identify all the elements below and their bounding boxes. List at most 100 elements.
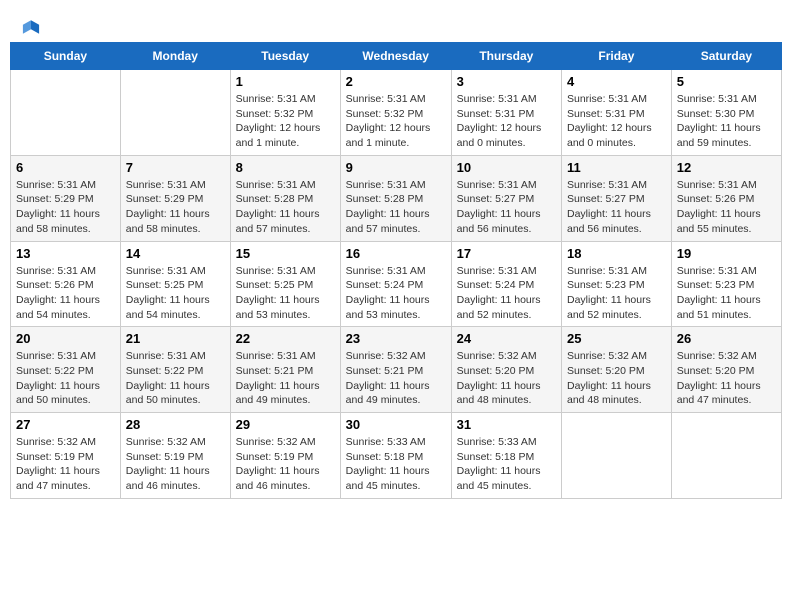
day-number: 1 bbox=[236, 74, 335, 89]
day-number: 13 bbox=[16, 246, 115, 261]
day-number: 31 bbox=[457, 417, 556, 432]
day-number: 11 bbox=[567, 160, 666, 175]
day-number: 4 bbox=[567, 74, 666, 89]
calendar-cell: 17 Sunrise: 5:31 AMSunset: 5:24 PMDayligh… bbox=[451, 241, 561, 327]
calendar-cell: 12 Sunrise: 5:31 AMSunset: 5:26 PMDayligh… bbox=[671, 155, 781, 241]
calendar-cell: 14 Sunrise: 5:31 AMSunset: 5:25 PMDayligh… bbox=[120, 241, 230, 327]
day-info: Sunrise: 5:31 AMSunset: 5:31 PMDaylight:… bbox=[457, 92, 556, 151]
day-info: Sunrise: 5:32 AMSunset: 5:20 PMDaylight:… bbox=[677, 349, 776, 408]
day-number: 19 bbox=[677, 246, 776, 261]
day-info: Sunrise: 5:33 AMSunset: 5:18 PMDaylight:… bbox=[346, 435, 446, 494]
calendar-cell: 29 Sunrise: 5:32 AMSunset: 5:19 PMDayligh… bbox=[230, 413, 340, 499]
calendar-cell bbox=[671, 413, 781, 499]
calendar-cell: 6 Sunrise: 5:31 AMSunset: 5:29 PMDaylight… bbox=[11, 155, 121, 241]
day-info: Sunrise: 5:31 AMSunset: 5:24 PMDaylight:… bbox=[346, 264, 446, 323]
day-info: Sunrise: 5:31 AMSunset: 5:23 PMDaylight:… bbox=[567, 264, 666, 323]
calendar-cell: 9 Sunrise: 5:31 AMSunset: 5:28 PMDaylight… bbox=[340, 155, 451, 241]
calendar-cell bbox=[120, 70, 230, 156]
day-info: Sunrise: 5:31 AMSunset: 5:28 PMDaylight:… bbox=[236, 178, 335, 237]
day-info: Sunrise: 5:31 AMSunset: 5:26 PMDaylight:… bbox=[16, 264, 115, 323]
day-info: Sunrise: 5:31 AMSunset: 5:24 PMDaylight:… bbox=[457, 264, 556, 323]
day-number: 5 bbox=[677, 74, 776, 89]
calendar-week-row: 13 Sunrise: 5:31 AMSunset: 5:26 PMDayligh… bbox=[11, 241, 782, 327]
day-info: Sunrise: 5:31 AMSunset: 5:26 PMDaylight:… bbox=[677, 178, 776, 237]
calendar-cell: 1 Sunrise: 5:31 AMSunset: 5:32 PMDaylight… bbox=[230, 70, 340, 156]
calendar-cell: 3 Sunrise: 5:31 AMSunset: 5:31 PMDaylight… bbox=[451, 70, 561, 156]
day-number: 2 bbox=[346, 74, 446, 89]
day-info: Sunrise: 5:31 AMSunset: 5:27 PMDaylight:… bbox=[567, 178, 666, 237]
calendar-cell: 21Sunrise: 5:31 AMSunset: 5:22 PMDayligh… bbox=[120, 327, 230, 413]
column-header-thursday: Thursday bbox=[451, 43, 561, 70]
calendar-week-row: 1 Sunrise: 5:31 AMSunset: 5:32 PMDaylight… bbox=[11, 70, 782, 156]
day-number: 27 bbox=[16, 417, 115, 432]
calendar-cell: 30 Sunrise: 5:33 AMSunset: 5:18 PMDayligh… bbox=[340, 413, 451, 499]
calendar-cell: 7 Sunrise: 5:31 AMSunset: 5:29 PMDaylight… bbox=[120, 155, 230, 241]
header bbox=[10, 10, 782, 42]
day-info: Sunrise: 5:32 AMSunset: 5:19 PMDaylight:… bbox=[16, 435, 115, 494]
day-info: Sunrise: 5:31 AMSunset: 5:32 PMDaylight:… bbox=[346, 92, 446, 151]
day-number: 23 bbox=[346, 331, 446, 346]
calendar-cell: 11 Sunrise: 5:31 AMSunset: 5:27 PMDayligh… bbox=[562, 155, 672, 241]
calendar-week-row: 20 Sunrise: 5:31 AMSunset: 5:22 PMDayligh… bbox=[11, 327, 782, 413]
day-number: 14 bbox=[126, 246, 225, 261]
day-number: 29 bbox=[236, 417, 335, 432]
day-info: Sunrise: 5:32 AMSunset: 5:20 PMDaylight:… bbox=[567, 349, 666, 408]
column-header-wednesday: Wednesday bbox=[340, 43, 451, 70]
calendar-cell: 15 Sunrise: 5:31 AMSunset: 5:25 PMDayligh… bbox=[230, 241, 340, 327]
calendar-cell: 10 Sunrise: 5:31 AMSunset: 5:27 PMDayligh… bbox=[451, 155, 561, 241]
day-info: Sunrise: 5:33 AMSunset: 5:18 PMDaylight:… bbox=[457, 435, 556, 494]
calendar-cell: 18 Sunrise: 5:31 AMSunset: 5:23 PMDayligh… bbox=[562, 241, 672, 327]
day-number: 18 bbox=[567, 246, 666, 261]
day-number: 8 bbox=[236, 160, 335, 175]
day-info: Sunrise: 5:31 AMSunset: 5:21 PMDaylight:… bbox=[236, 349, 335, 408]
day-number: 12 bbox=[677, 160, 776, 175]
day-info: Sunrise: 5:31 AMSunset: 5:29 PMDaylight:… bbox=[126, 178, 225, 237]
calendar-table: SundayMondayTuesdayWednesdayThursdayFrid… bbox=[10, 42, 782, 499]
day-number: 21 bbox=[126, 331, 225, 346]
calendar-cell: 19 Sunrise: 5:31 AMSunset: 5:23 PMDayligh… bbox=[671, 241, 781, 327]
calendar-cell: 16 Sunrise: 5:31 AMSunset: 5:24 PMDayligh… bbox=[340, 241, 451, 327]
day-number: 28 bbox=[126, 417, 225, 432]
day-info: Sunrise: 5:31 AMSunset: 5:28 PMDaylight:… bbox=[346, 178, 446, 237]
calendar-cell: 25Sunrise: 5:32 AMSunset: 5:20 PMDayligh… bbox=[562, 327, 672, 413]
day-number: 20 bbox=[16, 331, 115, 346]
day-number: 30 bbox=[346, 417, 446, 432]
column-header-tuesday: Tuesday bbox=[230, 43, 340, 70]
day-number: 26 bbox=[677, 331, 776, 346]
day-number: 17 bbox=[457, 246, 556, 261]
calendar-cell: 4 Sunrise: 5:31 AMSunset: 5:31 PMDaylight… bbox=[562, 70, 672, 156]
calendar-cell: 8 Sunrise: 5:31 AMSunset: 5:28 PMDaylight… bbox=[230, 155, 340, 241]
calendar-cell: 28 Sunrise: 5:32 AMSunset: 5:19 PMDayligh… bbox=[120, 413, 230, 499]
calendar-cell: 20 Sunrise: 5:31 AMSunset: 5:22 PMDayligh… bbox=[11, 327, 121, 413]
column-header-sunday: Sunday bbox=[11, 43, 121, 70]
day-info: Sunrise: 5:31 AMSunset: 5:22 PMDaylight:… bbox=[16, 349, 115, 408]
day-number: 6 bbox=[16, 160, 115, 175]
calendar-cell: 31 Sunrise: 5:33 AMSunset: 5:18 PMDayligh… bbox=[451, 413, 561, 499]
day-info: Sunrise: 5:31 AMSunset: 5:29 PMDaylight:… bbox=[16, 178, 115, 237]
day-number: 24 bbox=[457, 331, 556, 346]
day-info: Sunrise: 5:31 AMSunset: 5:23 PMDaylight:… bbox=[677, 264, 776, 323]
day-number: 3 bbox=[457, 74, 556, 89]
day-number: 9 bbox=[346, 160, 446, 175]
calendar-week-row: 27 Sunrise: 5:32 AMSunset: 5:19 PMDayligh… bbox=[11, 413, 782, 499]
day-info: Sunrise: 5:31 AMSunset: 5:32 PMDaylight:… bbox=[236, 92, 335, 151]
day-number: 10 bbox=[457, 160, 556, 175]
day-number: 16 bbox=[346, 246, 446, 261]
column-header-friday: Friday bbox=[562, 43, 672, 70]
day-info: Sunrise: 5:31 AMSunset: 5:27 PMDaylight:… bbox=[457, 178, 556, 237]
day-info: Sunrise: 5:31 AMSunset: 5:25 PMDaylight:… bbox=[126, 264, 225, 323]
day-info: Sunrise: 5:31 AMSunset: 5:25 PMDaylight:… bbox=[236, 264, 335, 323]
day-info: Sunrise: 5:32 AMSunset: 5:19 PMDaylight:… bbox=[126, 435, 225, 494]
calendar-cell: 22 Sunrise: 5:31 AMSunset: 5:21 PMDayligh… bbox=[230, 327, 340, 413]
column-header-monday: Monday bbox=[120, 43, 230, 70]
day-number: 7 bbox=[126, 160, 225, 175]
calendar-cell: 2 Sunrise: 5:31 AMSunset: 5:32 PMDaylight… bbox=[340, 70, 451, 156]
day-info: Sunrise: 5:31 AMSunset: 5:31 PMDaylight:… bbox=[567, 92, 666, 151]
day-info: Sunrise: 5:32 AMSunset: 5:19 PMDaylight:… bbox=[236, 435, 335, 494]
calendar-cell: 13 Sunrise: 5:31 AMSunset: 5:26 PMDayligh… bbox=[11, 241, 121, 327]
logo-icon bbox=[22, 18, 40, 36]
day-number: 22 bbox=[236, 331, 335, 346]
column-header-saturday: Saturday bbox=[671, 43, 781, 70]
calendar-week-row: 6 Sunrise: 5:31 AMSunset: 5:29 PMDaylight… bbox=[11, 155, 782, 241]
day-number: 15 bbox=[236, 246, 335, 261]
